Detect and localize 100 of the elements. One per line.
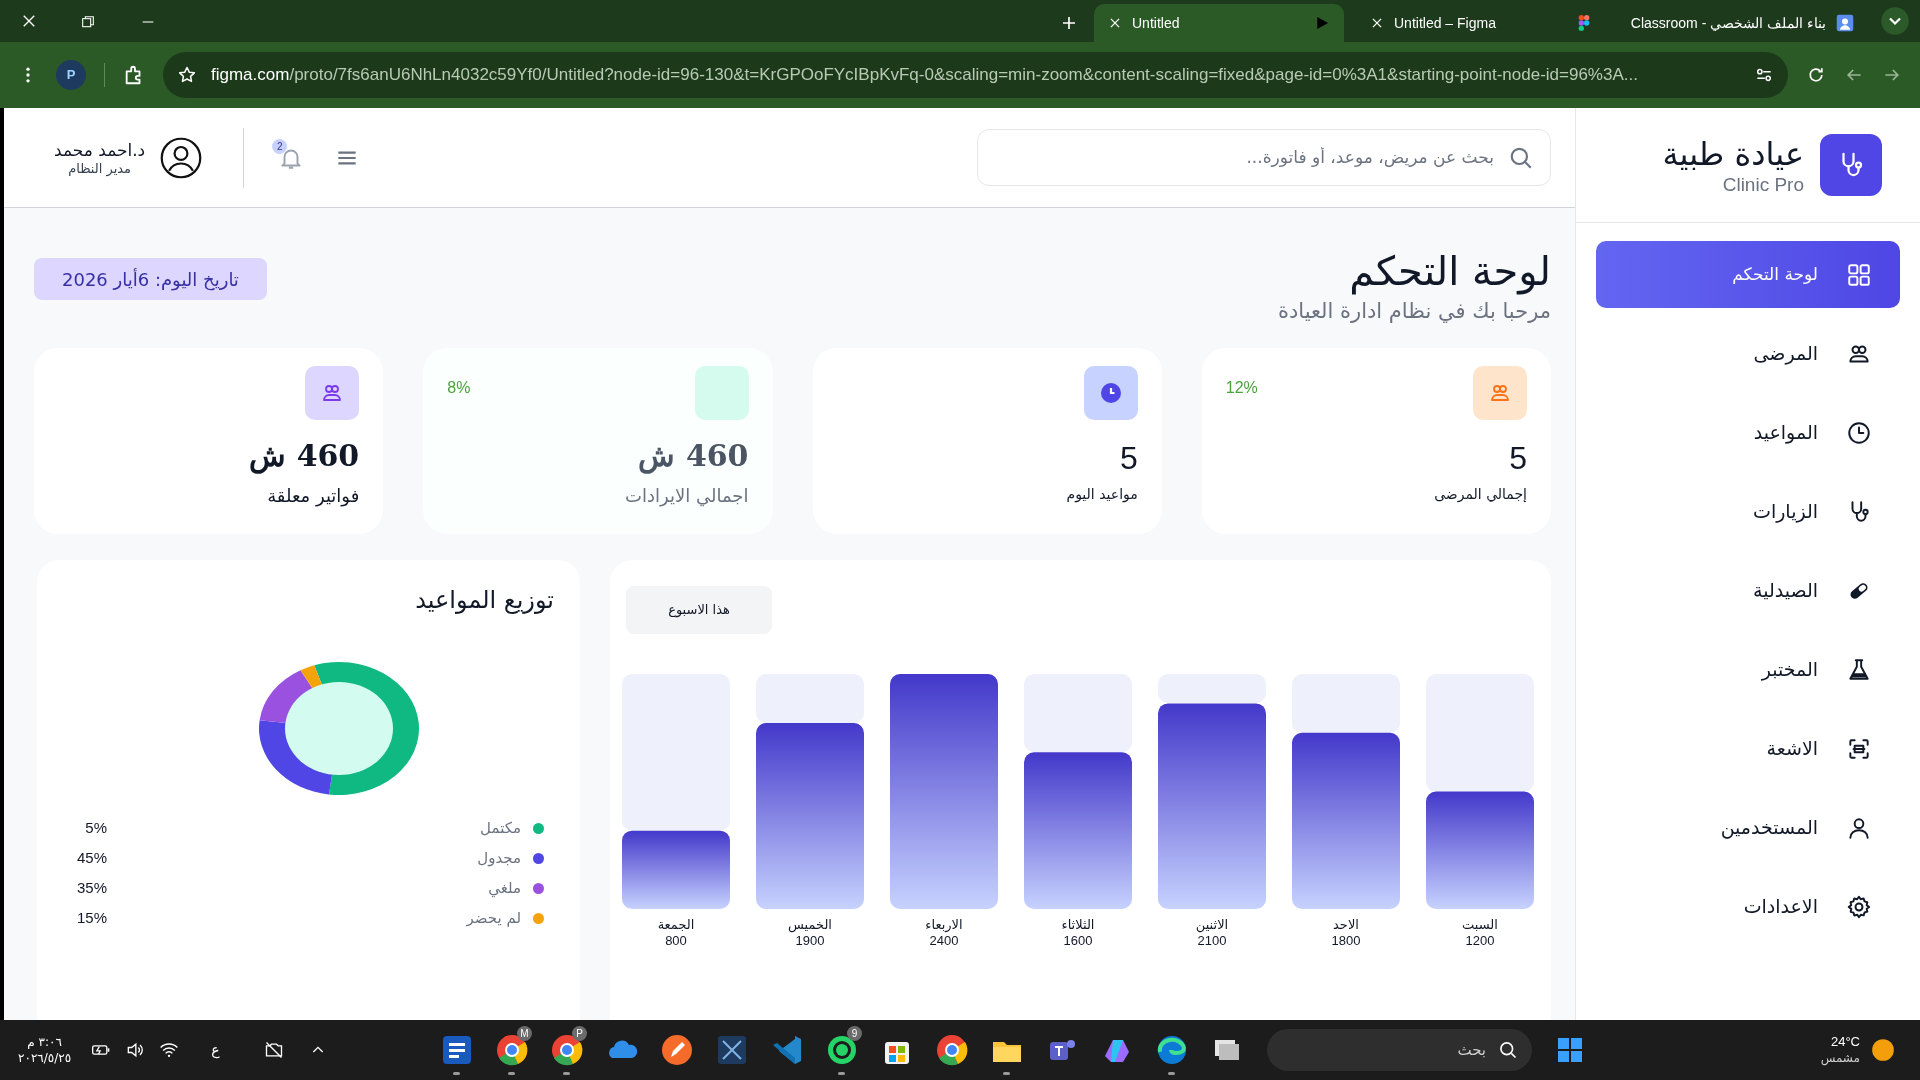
chart-title: توزيع المواعيد xyxy=(415,585,554,616)
flask-icon xyxy=(1846,656,1872,683)
running-indicator xyxy=(563,1072,570,1075)
browser-tab[interactable]: بناء الملف الشخصي - Classroom xyxy=(1618,4,1868,42)
taskbar-app-button[interactable]: P xyxy=(544,1024,589,1076)
running-indicator xyxy=(508,1072,515,1075)
settings-icon xyxy=(1846,893,1872,920)
bar-value: 2100 xyxy=(1197,933,1227,949)
sidebar-item[interactable]: المستخدمين xyxy=(1596,794,1900,861)
app-badge: P xyxy=(572,1026,587,1041)
legend-percent: 35% xyxy=(77,878,108,898)
app-badge: M xyxy=(517,1026,532,1041)
bar-value: 1600 xyxy=(1063,933,1093,949)
sidebar-item[interactable]: المرضى xyxy=(1596,320,1900,387)
restore-icon[interactable] xyxy=(80,14,96,30)
sidebar-item[interactable]: لوحة التحكم xyxy=(1596,241,1900,308)
weather-sun-icon xyxy=(1870,1037,1896,1063)
trend-percent: 8% xyxy=(447,378,471,398)
stat-label: اجمالي الايرادات xyxy=(625,484,749,509)
search-icon xyxy=(1498,1040,1518,1060)
bar-value: 1900 xyxy=(795,933,825,949)
bar-value: 1200 xyxy=(1465,933,1495,949)
stat-label: إجمالي المرضى xyxy=(1434,485,1527,505)
play-icon xyxy=(1314,15,1330,31)
tab-title: Untitled xyxy=(1132,14,1180,31)
running-indicator xyxy=(453,1072,460,1075)
tab-list-icon[interactable] xyxy=(1880,6,1910,36)
sidebar-item[interactable]: الاعدادات xyxy=(1596,873,1900,940)
stat-value: 5 xyxy=(1119,439,1138,478)
stat-value: 460 ش xyxy=(638,437,749,476)
tab-title: Untitled – Figma xyxy=(1394,14,1496,31)
legend-percent: 5% xyxy=(84,818,108,838)
running-indicator xyxy=(1168,1072,1175,1075)
bar-label: الثلاثاء xyxy=(1061,917,1095,933)
page-title: لوحة التحكم xyxy=(1349,247,1551,296)
volume-icon[interactable] xyxy=(125,1040,146,1060)
clock-icon xyxy=(1098,381,1123,405)
tab-title: بناء الملف الشخصي - Classroom xyxy=(1630,14,1826,31)
notification-count: 2 xyxy=(272,138,288,154)
grid-icon xyxy=(1846,261,1872,288)
bar-value: 2400 xyxy=(929,933,959,949)
legend-label: مجدول xyxy=(477,847,521,869)
url-path: /proto/7fs6anU6NhLn4032c59Yf0/Untitled?node-id=96-130&t=KrGPOoFYcIBpKvFq-0&scaling=min-zoom&content-scaling=fixed&page-id=0%3A1&starting-point-node-id=96%3A... xyxy=(289,65,1638,85)
stat-label: مواعيد اليوم xyxy=(1066,485,1138,505)
bar-label: الجمعة xyxy=(657,917,695,933)
sidebar-item[interactable]: الصيدلية xyxy=(1596,557,1900,624)
bookmark-star-icon[interactable] xyxy=(177,65,197,85)
brand-title: عيادة طبية xyxy=(1662,134,1804,174)
bar-label: الخميس xyxy=(788,917,832,933)
date-badge: تاريخ اليوم: 6أيار 2026 xyxy=(34,258,267,300)
taskbar-search-input[interactable]: بحث xyxy=(1281,1038,1486,1062)
bar-label: الاثنين xyxy=(1195,917,1229,933)
running-indicator xyxy=(1003,1072,1010,1075)
temperature: 24°C xyxy=(1830,1034,1860,1050)
close-icon[interactable] xyxy=(1108,16,1122,30)
avatar-icon[interactable] xyxy=(159,135,204,180)
new-tab-icon[interactable] xyxy=(1060,14,1078,32)
clock-icon xyxy=(1846,419,1872,446)
stat-value: 5 xyxy=(1509,439,1527,478)
legend-percent: 45% xyxy=(77,848,108,868)
reload-icon[interactable] xyxy=(1806,65,1826,85)
legend-label: مكتمل xyxy=(480,817,521,839)
taskbar-search-field[interactable]: بحث xyxy=(1267,1029,1532,1071)
legend-label: لم يحضر xyxy=(466,907,521,929)
brand-subtitle: Clinic Pro xyxy=(1721,174,1804,196)
browser-tab[interactable]: Untitled xyxy=(1094,4,1344,42)
legend-percent: 15% xyxy=(77,908,108,928)
legend-label: ملغي xyxy=(488,877,521,900)
camera-off-icon[interactable] xyxy=(263,1040,284,1060)
stat-value: 460 ش xyxy=(249,437,360,476)
browser-tab[interactable]: Untitled – Figma xyxy=(1356,4,1606,42)
weather-condition: مشمس xyxy=(1820,1050,1860,1066)
app-badge: 9 xyxy=(847,1026,862,1041)
profile-avatar[interactable]: P xyxy=(56,60,86,90)
input-language[interactable]: ع xyxy=(211,1039,220,1061)
close-icon[interactable] xyxy=(1370,16,1384,30)
page-subtitle: مرحبا بك في نظام ادارة العيادة xyxy=(1277,298,1551,325)
sidebar-item[interactable]: المواعيد xyxy=(1596,399,1900,466)
user-name: د.احمد محمد xyxy=(54,138,146,161)
bar-label: الاحد xyxy=(1333,917,1359,933)
clock-date: ٢٠٢٦/٥/٢٥ xyxy=(18,1050,72,1066)
address-bar[interactable]: figma.com/proto/7fs6anU6NhLn4032c59Yf0/Untitled?node-id=96-130&t=KrGPOoFYcIBpKvFq-0&scaling=min-zoom&content-scaling=fixed&page-id=0%3A1&starting-point-node-id=96%3A... xyxy=(163,52,1788,98)
running-indicator xyxy=(838,1072,845,1075)
bar-value: 800 xyxy=(665,933,687,949)
bar-value: 1800 xyxy=(1331,933,1361,949)
sidebar-item[interactable]: الاشعة xyxy=(1596,715,1900,782)
stat-label: فواتير معلقة xyxy=(267,484,360,509)
bar-label: السبت xyxy=(1462,917,1498,933)
taskbar-app-button[interactable]: M xyxy=(489,1024,534,1076)
sidebar-item[interactable]: المختبر xyxy=(1596,636,1900,703)
wifi-icon[interactable] xyxy=(159,1040,180,1060)
user-role: مدير النظام xyxy=(68,160,132,177)
period-button[interactable]: هذا الاسبوع xyxy=(626,586,772,634)
account-icon xyxy=(1836,14,1854,32)
taskbar-app-button[interactable]: 9 xyxy=(819,1024,864,1076)
bar-label: الاربعاء xyxy=(925,917,963,933)
figma-icon xyxy=(1576,12,1592,34)
url-host: figma.com xyxy=(211,65,290,85)
sidebar-item[interactable]: الزيارات xyxy=(1596,478,1900,545)
clock-time: ٣:٠٦ م xyxy=(27,1034,62,1050)
